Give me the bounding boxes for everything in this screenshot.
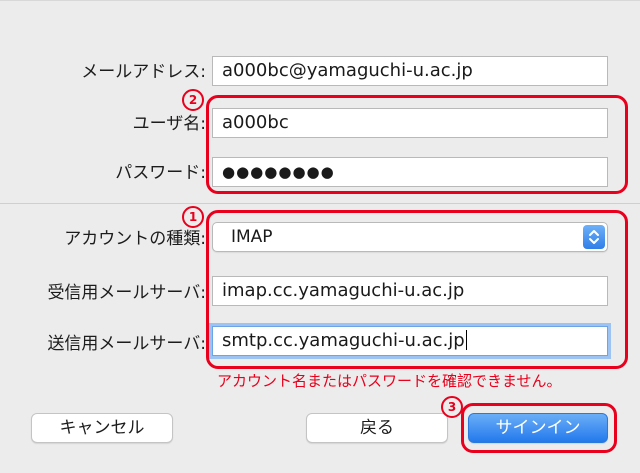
- email-field[interactable]: a000bc@yamaguchi-u.ac.jp: [212, 56, 608, 86]
- email-label: メールアドレス:: [81, 62, 206, 82]
- annotation-badge-1: 1: [182, 206, 204, 228]
- outgoing-server-field[interactable]: smtp.cc.yamaguchi-u.ac.jp: [212, 326, 608, 356]
- username-label: ユーザ名:: [132, 114, 206, 134]
- account-type-value: IMAP: [231, 227, 273, 247]
- annotation-badge-3: 3: [441, 396, 463, 418]
- signin-button[interactable]: サインイン: [468, 413, 608, 443]
- outgoing-server-label: 送信用メールサーバ:: [47, 334, 206, 354]
- back-button[interactable]: 戻る: [306, 413, 448, 443]
- window-top-edge: [0, 0, 640, 1]
- up-down-chevron-icon: [583, 225, 605, 249]
- username-field[interactable]: a000bc: [212, 108, 608, 138]
- cancel-button[interactable]: キャンセル: [31, 413, 173, 443]
- account-type-label: アカウントの種類:: [64, 229, 206, 249]
- incoming-server-field[interactable]: imap.cc.yamaguchi-u.ac.jp: [212, 276, 608, 306]
- password-field[interactable]: ●●●●●●●●: [212, 157, 608, 187]
- text-caret: [465, 330, 467, 350]
- incoming-server-label: 受信用メールサーバ:: [47, 283, 206, 303]
- account-type-select[interactable]: IMAP: [212, 222, 608, 252]
- password-label: パスワード:: [115, 163, 206, 183]
- section-divider: [0, 203, 640, 204]
- annotation-badge-2: 2: [182, 89, 204, 111]
- outgoing-server-value: smtp.cc.yamaguchi-u.ac.jp: [222, 330, 465, 351]
- error-message: アカウント名またはパスワードを確認できません。: [217, 372, 562, 390]
